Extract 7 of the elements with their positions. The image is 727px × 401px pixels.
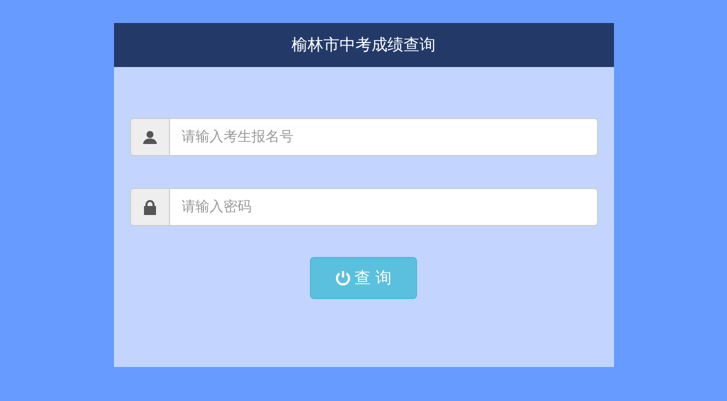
query-button[interactable]: 查 询 (310, 257, 417, 299)
power-icon (335, 270, 352, 286)
user-icon (142, 130, 156, 144)
registration-number-field[interactable]: 请输入考生报名号 (130, 118, 598, 156)
panel-title: 榆林市中考成绩查询 (114, 23, 614, 67)
lock-icon (142, 200, 156, 214)
password-field[interactable]: 请输入密码 (130, 188, 598, 226)
